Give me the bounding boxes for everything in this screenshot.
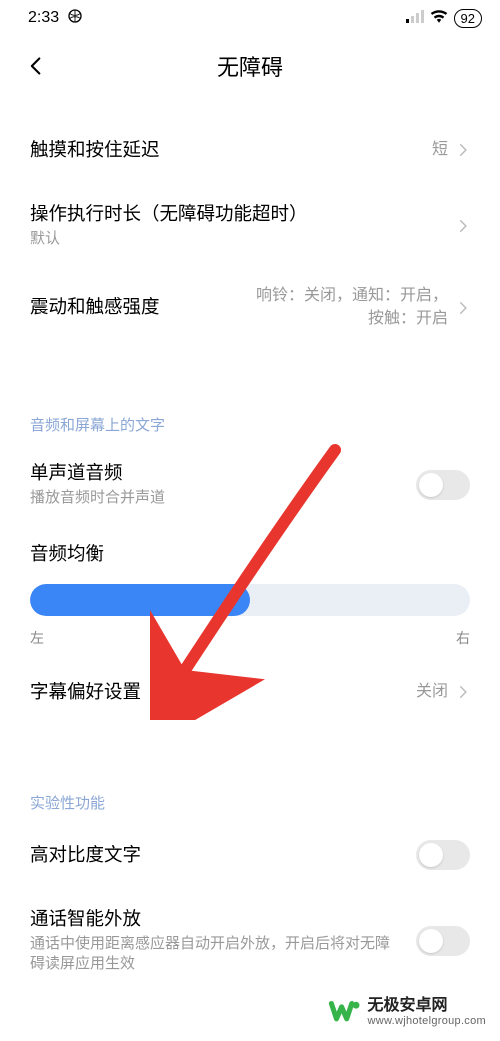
row-title: 音频均衡	[30, 540, 470, 566]
battery-indicator: 92	[454, 9, 482, 28]
back-button[interactable]	[24, 54, 48, 78]
status-bar: 2:33 92	[0, 0, 500, 36]
section-header-audio-text: 音频和屏幕上的文字	[0, 400, 500, 443]
toggle-call-speaker[interactable]	[416, 926, 470, 956]
watermark-logo-icon	[328, 995, 362, 1029]
row-mono-audio: 单声道音频 播放音频时合并声道	[0, 443, 500, 526]
toggle-high-contrast[interactable]	[416, 840, 470, 870]
row-value: 短	[432, 139, 448, 161]
row-high-contrast-text: 高对比度文字	[0, 821, 500, 889]
slider-label-right: 右	[456, 628, 470, 648]
slider-audio-balance[interactable]	[30, 584, 470, 616]
row-subtitle: 播放音频时合并声道	[30, 488, 404, 508]
row-title: 操作执行时长（无障碍功能超时）	[30, 202, 444, 227]
row-title: 高对比度文字	[30, 843, 404, 868]
row-subtitle: 默认	[30, 229, 444, 249]
row-value: 响铃：关闭，通知：开启，按触：开启	[248, 285, 448, 330]
row-title: 震动和触感强度	[30, 295, 236, 320]
watermark-url: www.wjhotelgroup.com	[368, 1015, 487, 1027]
watermark-title: 无极安卓网	[368, 997, 487, 1015]
row-title: 通话智能外放	[30, 907, 404, 932]
chevron-right-icon	[456, 685, 470, 699]
slider-label-left: 左	[30, 628, 44, 648]
signal-icon	[406, 9, 424, 28]
chevron-right-icon	[456, 301, 470, 315]
network-icon	[67, 8, 83, 29]
row-title: 字幕偏好设置	[30, 680, 404, 705]
watermark: 无极安卓网 www.wjhotelgroup.com	[328, 995, 487, 1029]
row-call-speaker: 通话智能外放 通话中使用距离感应器自动开启外放，开启后将对无障碍读屏应用生效	[0, 889, 500, 992]
row-value: 关闭	[416, 681, 448, 703]
status-time: 2:33	[28, 9, 59, 27]
row-title: 单声道音频	[30, 461, 404, 486]
row-subtitle: 通话中使用距离感应器自动开启外放，开启后将对无障碍读屏应用生效	[30, 934, 404, 975]
row-title: 触摸和按住延迟	[30, 138, 420, 163]
row-caption-preferences[interactable]: 字幕偏好设置 关闭	[0, 658, 500, 726]
page-title: 无障碍	[217, 50, 283, 82]
row-touch-hold-delay[interactable]: 触摸和按住延迟 短	[0, 116, 500, 184]
toggle-mono-audio[interactable]	[416, 470, 470, 500]
row-action-timeout[interactable]: 操作执行时长（无障碍功能超时） 默认	[0, 184, 500, 267]
row-vibration-haptics[interactable]: 震动和触感强度 响铃：关闭，通知：开启，按触：开启	[0, 267, 500, 348]
slider-fill	[30, 584, 250, 616]
chevron-right-icon	[456, 219, 470, 233]
row-audio-balance: 音频均衡 左 右	[0, 526, 500, 658]
wifi-icon	[430, 9, 448, 28]
title-bar: 无障碍	[0, 36, 500, 96]
chevron-right-icon	[456, 143, 470, 157]
section-header-experimental: 实验性功能	[0, 778, 500, 821]
